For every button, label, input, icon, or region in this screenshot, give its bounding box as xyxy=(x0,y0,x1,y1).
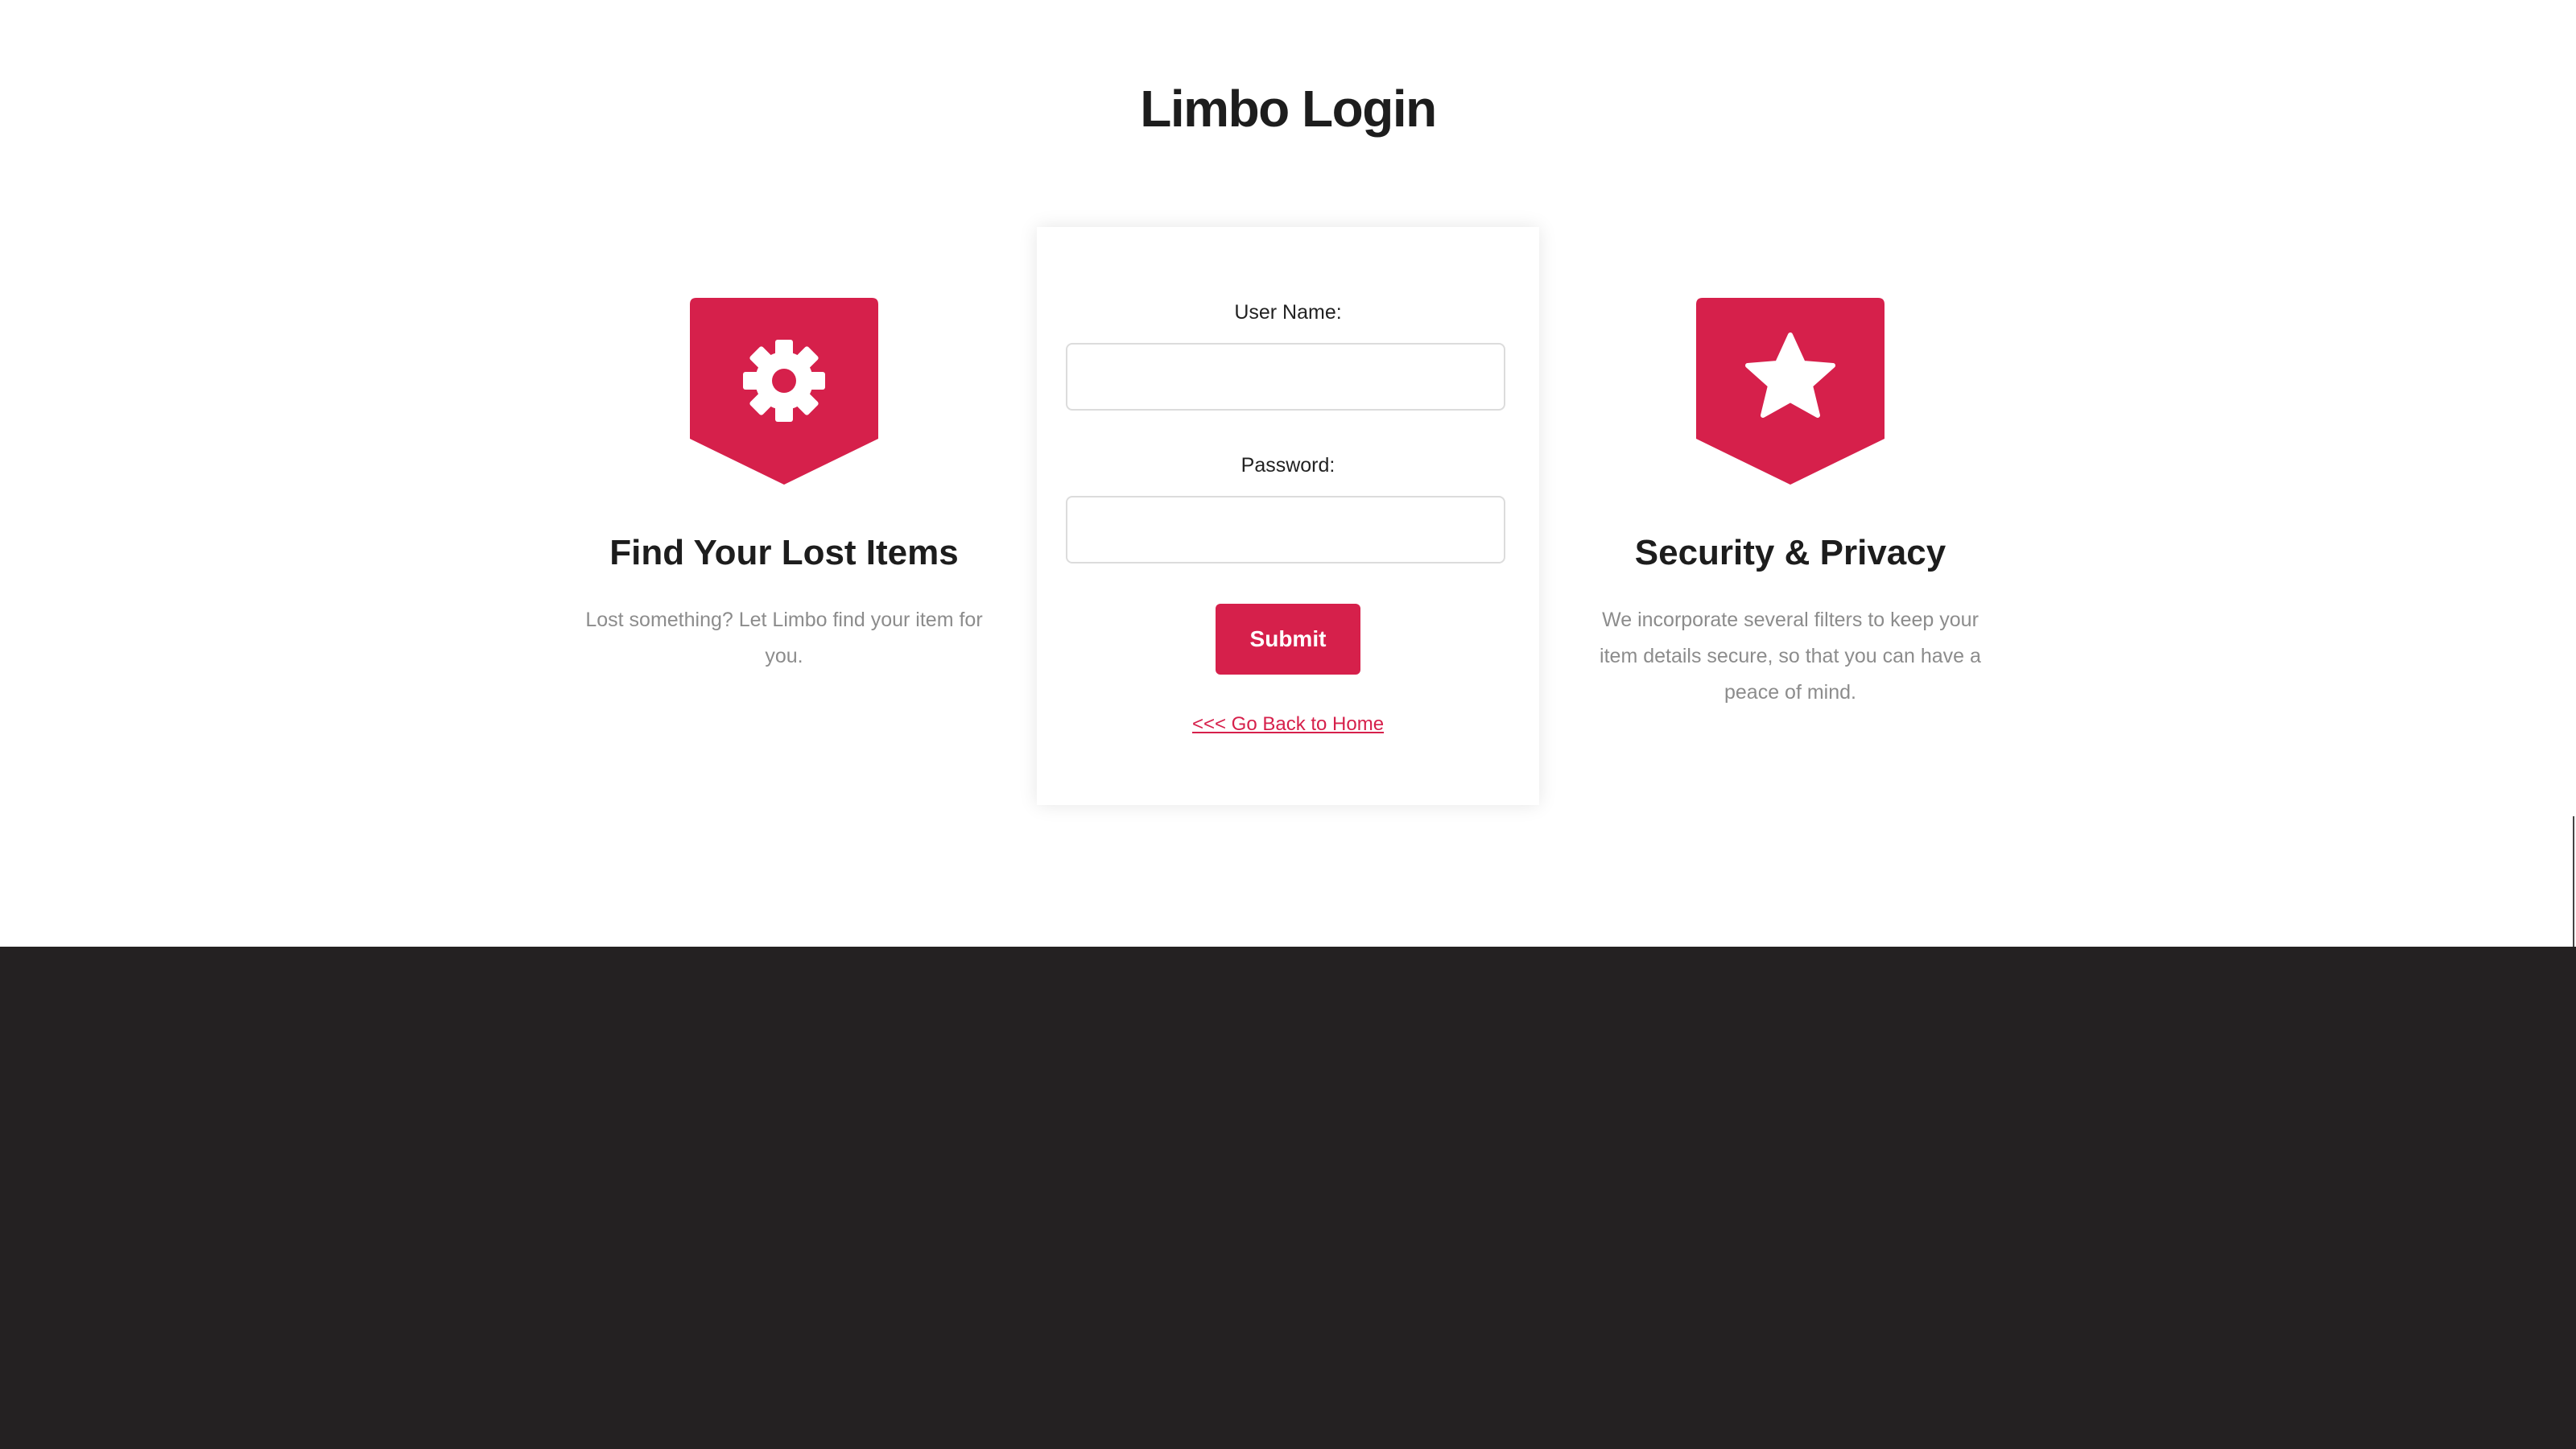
feature-text: Lost something? Let Limbo find your item… xyxy=(585,609,983,667)
feature-title: Find Your Lost Items xyxy=(609,533,959,572)
feature-security-privacy: Security & Privacy We incorporate severa… xyxy=(1565,298,2016,711)
password-input[interactable] xyxy=(1066,496,1505,564)
feature-text: We incorporate several filters to keep y… xyxy=(1600,609,1981,704)
page-footer xyxy=(0,947,2576,1449)
password-label: Password: xyxy=(1241,454,1335,477)
login-form-card: User Name: Password: Submit <<< Go Back … xyxy=(1037,227,1539,805)
feature-title: Security & Privacy xyxy=(1634,533,1946,572)
scrollbar-edge xyxy=(2573,816,2574,947)
star-icon xyxy=(1696,298,1885,485)
gear-icon xyxy=(690,298,878,485)
back-to-home-link[interactable]: <<< Go Back to Home xyxy=(1037,713,1539,736)
username-input[interactable] xyxy=(1066,343,1505,411)
page-title: Limbo Login xyxy=(1140,80,1437,138)
submit-button[interactable]: Submit xyxy=(1216,604,1360,675)
username-label: User Name: xyxy=(1234,301,1342,324)
feature-find-items: Find Your Lost Items Lost something? Let… xyxy=(559,298,1009,675)
